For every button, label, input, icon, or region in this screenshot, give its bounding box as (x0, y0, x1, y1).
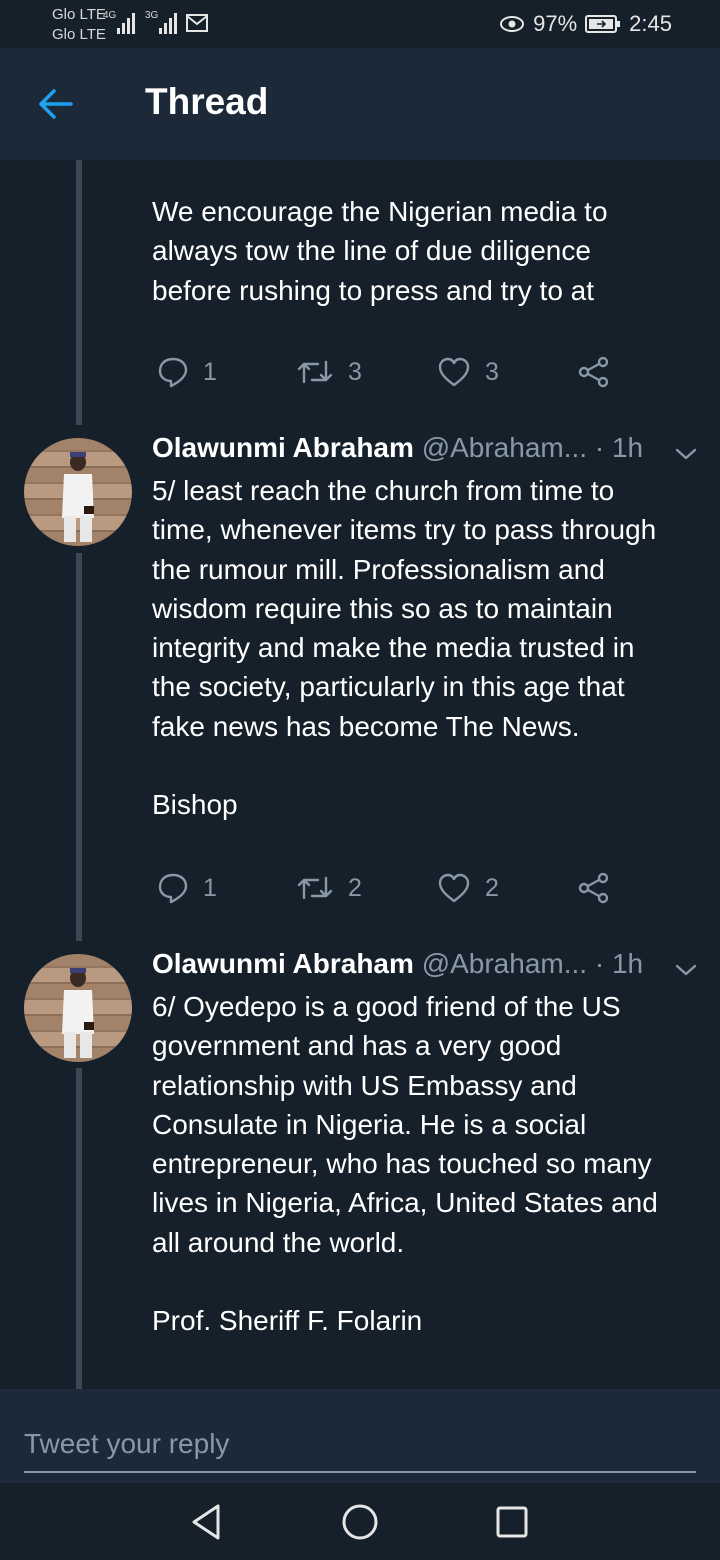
retweet-icon (297, 876, 333, 900)
reply-count: 1 (203, 357, 217, 386)
chevron-down-icon[interactable] (674, 446, 698, 462)
page-title: Thread (145, 81, 269, 122)
tweet-actions: 1 3 3 (152, 356, 632, 396)
like-icon (438, 873, 470, 903)
retweet-icon (297, 360, 333, 384)
nav-recents-icon[interactable] (491, 1501, 533, 1543)
app-bar: Thread (0, 48, 720, 160)
share-button[interactable] (578, 356, 610, 388)
avatar-photo (62, 968, 94, 1058)
reply-button[interactable]: 1 (157, 356, 217, 388)
author-name[interactable]: Olawunmi Abraham (152, 432, 414, 463)
nav-home-icon[interactable] (339, 1501, 381, 1543)
tweet-time: · 1h (594, 432, 644, 463)
author-handle: @Abraham... (421, 432, 588, 463)
tweet-text: We encourage the Nigerian media to alway… (152, 196, 608, 306)
reply-button[interactable]: 1 (157, 872, 217, 904)
eye-icon (500, 16, 525, 32)
avatar[interactable] (24, 438, 132, 546)
battery-percent: 97% (533, 11, 578, 36)
tweet-header: Olawunmi Abraham @Abraham... · 1h (152, 432, 712, 472)
clock: 2:45 (629, 11, 672, 36)
retweet-count: 3 (348, 357, 362, 386)
retweet-button[interactable]: 3 (296, 356, 362, 388)
share-icon (578, 356, 609, 388)
battery-icon (585, 15, 621, 33)
like-count: 3 (485, 357, 499, 386)
back-arrow-icon (39, 89, 73, 119)
carrier-labels: Glo LTE Glo LTE (52, 5, 106, 45)
mail-icon (186, 14, 208, 32)
reply-icon (158, 873, 188, 904)
reply-input[interactable] (24, 1417, 696, 1473)
share-button[interactable] (578, 872, 610, 904)
like-button[interactable]: 2 (437, 872, 499, 904)
author-name[interactable]: Olawunmi Abraham (152, 948, 414, 979)
like-count: 2 (485, 873, 499, 902)
reply-bar (0, 1389, 720, 1483)
thread-connector (76, 160, 82, 425)
system-nav-bar (0, 1483, 720, 1560)
tweet-text: 6/ Oyedepo is a good friend of the US go… (152, 991, 658, 1337)
like-button[interactable]: 3 (437, 356, 499, 388)
back-button[interactable] (36, 86, 76, 122)
avatar-photo (62, 452, 94, 542)
nav-back-icon[interactable] (186, 1501, 228, 1543)
reply-count: 1 (203, 873, 217, 902)
retweet-count: 2 (348, 873, 362, 902)
retweet-button[interactable]: 2 (296, 872, 362, 904)
chevron-down-icon[interactable] (674, 962, 698, 978)
carrier-1: Glo LTE (52, 6, 106, 23)
tweet-actions: 1 2 2 (152, 872, 632, 912)
share-icon (578, 872, 609, 904)
thread-connector (76, 553, 82, 941)
carrier-2: Glo LTE (52, 26, 106, 43)
tweet-time: · 1h (594, 948, 644, 979)
tweet-text: 5/ least reach the church from time to t… (152, 475, 657, 821)
avatar[interactable] (24, 954, 132, 1062)
status-bar: Glo LTE Glo LTE 4G 3G 97% 2:45 (0, 0, 720, 48)
like-icon (438, 357, 470, 387)
thread-connector (76, 1068, 82, 1389)
reply-icon (158, 357, 188, 388)
author-handle: @Abraham... (421, 948, 588, 979)
tweet-header: Olawunmi Abraham @Abraham... · 1h (152, 948, 712, 988)
